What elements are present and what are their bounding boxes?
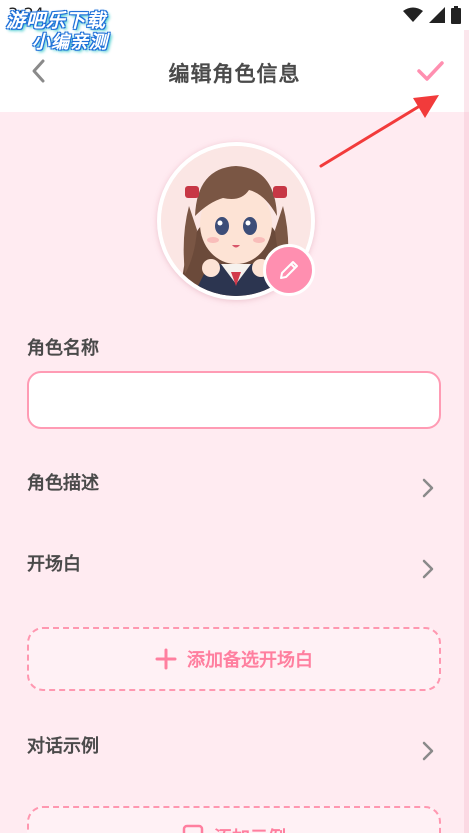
chevron-right-icon	[422, 741, 434, 761]
red-arrow-annotation	[319, 95, 439, 168]
wifi-icon	[403, 7, 423, 22]
page-title: 编辑角色信息	[168, 62, 301, 86]
scroll-edge	[464, 30, 469, 833]
status-icons	[403, 6, 461, 24]
battery-icon	[451, 6, 461, 24]
avatar-section	[157, 142, 315, 300]
add-box-icon	[182, 824, 204, 833]
name-label: 角色名称	[27, 338, 99, 359]
description-row[interactable]: 角色描述	[0, 464, 469, 512]
dialogue-example-label: 对话示例	[27, 736, 99, 757]
opening-row[interactable]: 开场白	[0, 545, 469, 593]
pencil-icon	[280, 261, 298, 279]
watermark-line1: 游吧乐下载	[6, 10, 107, 32]
edit-avatar-button[interactable]	[263, 244, 315, 296]
character-name-input[interactable]	[27, 371, 441, 429]
signal-icon	[429, 7, 445, 23]
confirm-check-button[interactable]	[414, 56, 446, 86]
chevron-right-icon	[422, 559, 434, 579]
chevron-right-icon	[422, 478, 434, 498]
watermark-logo: 游吧乐下载 小编亲测	[6, 10, 108, 54]
add-alternate-opening-label: 添加备选开场白	[187, 650, 313, 671]
description-label: 角色描述	[27, 473, 99, 494]
watermark-line2: 小编亲测	[32, 32, 108, 53]
dialogue-example-row[interactable]: 对话示例	[0, 727, 469, 775]
add-example-label: 添加示例	[214, 824, 286, 833]
plus-icon	[155, 648, 177, 670]
add-example-button[interactable]: 添加示例	[27, 806, 441, 833]
opening-label: 开场白	[27, 554, 81, 575]
add-alternate-opening-button[interactable]: 添加备选开场白	[27, 627, 441, 691]
